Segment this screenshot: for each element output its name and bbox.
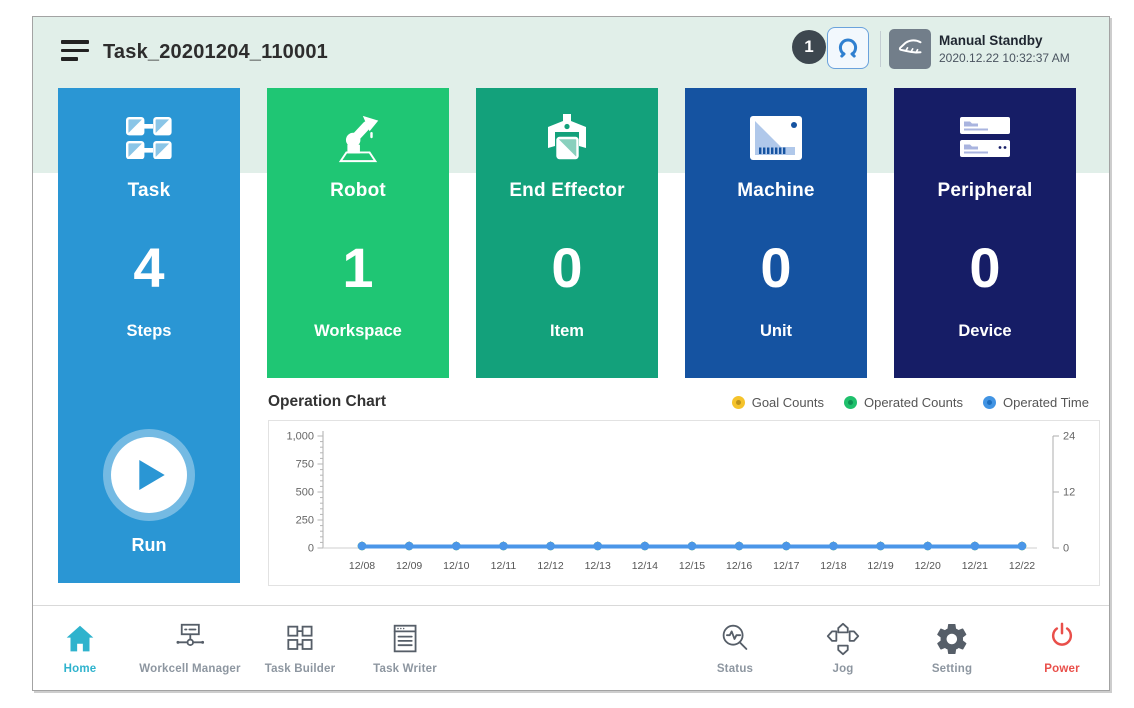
- svg-text:12/16: 12/16: [726, 560, 752, 572]
- gripper-loop-icon: [835, 35, 861, 61]
- svg-text:12/13: 12/13: [585, 560, 611, 572]
- page-title: Task_20201204_110001: [103, 41, 328, 64]
- operation-chart: 1,000 750 500 250 0 12/08 12/09 12/10 12/11 12/12…: [268, 420, 1100, 586]
- card-value: 1: [267, 240, 449, 296]
- operated-time-dot-icon: [983, 396, 996, 409]
- home-icon: [61, 618, 99, 660]
- robot-arm-icon: [267, 112, 449, 164]
- svg-text:500: 500: [296, 487, 314, 499]
- end-effector-gripper-icon: [476, 112, 658, 164]
- menu-hamburger-icon[interactable]: [61, 40, 89, 62]
- peripheral-card[interactable]: Peripheral 0 Device: [894, 88, 1076, 378]
- power-icon: [1043, 618, 1081, 660]
- card-label: Task: [58, 180, 240, 202]
- svg-text:12/14: 12/14: [632, 560, 658, 572]
- goal-counts-dot-icon: [732, 396, 745, 409]
- card-unit: Workspace: [267, 322, 449, 341]
- card-value: 4: [58, 240, 240, 296]
- manual-mode-tile: [889, 29, 931, 69]
- svg-text:12/11: 12/11: [491, 560, 517, 572]
- bottom-nav: Home Workcell Manager: [33, 605, 1109, 690]
- card-unit: Unit: [685, 322, 867, 341]
- nav-setting[interactable]: Setting: [932, 618, 972, 675]
- nav-jog[interactable]: Jog: [824, 618, 862, 675]
- end-effector-card[interactable]: End Effector 0 Item: [476, 88, 658, 378]
- svg-text:12: 12: [1063, 487, 1075, 499]
- nav-task-writer[interactable]: Task Writer: [373, 618, 437, 675]
- svg-text:12/18: 12/18: [820, 560, 846, 572]
- legend-goal-counts: Goal Counts: [732, 395, 824, 410]
- task-card[interactable]: Task 4 Steps Run: [58, 88, 240, 583]
- machine-card[interactable]: Machine 0 Unit: [685, 88, 867, 378]
- robot-card[interactable]: Robot 1 Workspace: [267, 88, 449, 378]
- svg-text:250: 250: [296, 515, 314, 527]
- status-magnifier-icon: [716, 618, 754, 660]
- operation-chart-title: Operation Chart: [268, 393, 386, 411]
- svg-text:0: 0: [308, 543, 314, 555]
- task-writer-icon: [373, 618, 437, 660]
- nav-task-builder[interactable]: Task Builder: [265, 618, 336, 675]
- card-label: Machine: [685, 180, 867, 202]
- svg-text:12/15: 12/15: [679, 560, 705, 572]
- svg-text:0: 0: [1063, 543, 1069, 555]
- card-label: Robot: [267, 180, 449, 202]
- task-builder-icon: [265, 618, 336, 660]
- svg-text:1,000: 1,000: [286, 431, 314, 443]
- jog-dpad-icon: [824, 618, 862, 660]
- datetime-display: 2020.12.22 10:32:37 AM: [939, 51, 1070, 65]
- run-button[interactable]: [103, 429, 195, 521]
- card-label: Peripheral: [894, 180, 1076, 202]
- svg-text:12/12: 12/12: [537, 560, 563, 572]
- svg-text:12/08: 12/08: [349, 560, 375, 572]
- card-value: 0: [476, 240, 658, 296]
- setting-gear-icon: [932, 618, 972, 660]
- nav-power[interactable]: Power: [1043, 618, 1081, 675]
- header-divider: [880, 31, 881, 67]
- card-unit: Device: [894, 322, 1076, 341]
- operated-counts-dot-icon: [844, 396, 857, 409]
- card-unit: Steps: [58, 322, 240, 341]
- nav-home[interactable]: Home: [61, 618, 99, 675]
- legend-operated-time: Operated Time: [983, 395, 1089, 410]
- svg-text:750: 750: [296, 459, 314, 471]
- svg-text:12/19: 12/19: [867, 560, 893, 572]
- machine-icon: [685, 112, 867, 164]
- main-screen: Task_20201204_110001 1 Manual Standby 20…: [32, 16, 1110, 691]
- svg-text:12/22: 12/22: [1009, 560, 1035, 572]
- card-unit: Item: [476, 322, 658, 341]
- peripheral-devices-icon: [894, 112, 1076, 164]
- legend-operated-counts: Operated Counts: [844, 395, 963, 410]
- svg-text:12/17: 12/17: [773, 560, 799, 572]
- nav-workcell-manager[interactable]: Workcell Manager: [139, 618, 240, 675]
- robot-mode-status: Manual Standby: [939, 33, 1070, 48]
- svg-text:12/10: 12/10: [443, 560, 469, 572]
- card-value: 0: [685, 240, 867, 296]
- nav-status[interactable]: Status: [716, 618, 754, 675]
- task-blocks-icon: [58, 112, 240, 164]
- run-button-label: Run: [58, 535, 240, 556]
- servo-gripper-button[interactable]: [827, 27, 869, 69]
- card-value: 0: [894, 240, 1076, 296]
- annotation-badge-1: 1: [792, 30, 826, 64]
- svg-text:12/09: 12/09: [396, 560, 422, 572]
- svg-text:12/20: 12/20: [915, 560, 941, 572]
- workcell-manager-icon: [139, 618, 240, 660]
- svg-text:12/21: 12/21: [962, 560, 988, 572]
- play-icon: [139, 460, 165, 490]
- manual-hand-icon: [896, 35, 924, 63]
- operation-chart-canvas: 1,000 750 500 250 0 12/08 12/09 12/10 12/11 12/12…: [269, 421, 1099, 585]
- card-label: End Effector: [476, 180, 658, 202]
- svg-text:24: 24: [1063, 431, 1075, 443]
- chart-legend: Goal Counts Operated Counts Operated Tim…: [732, 395, 1089, 410]
